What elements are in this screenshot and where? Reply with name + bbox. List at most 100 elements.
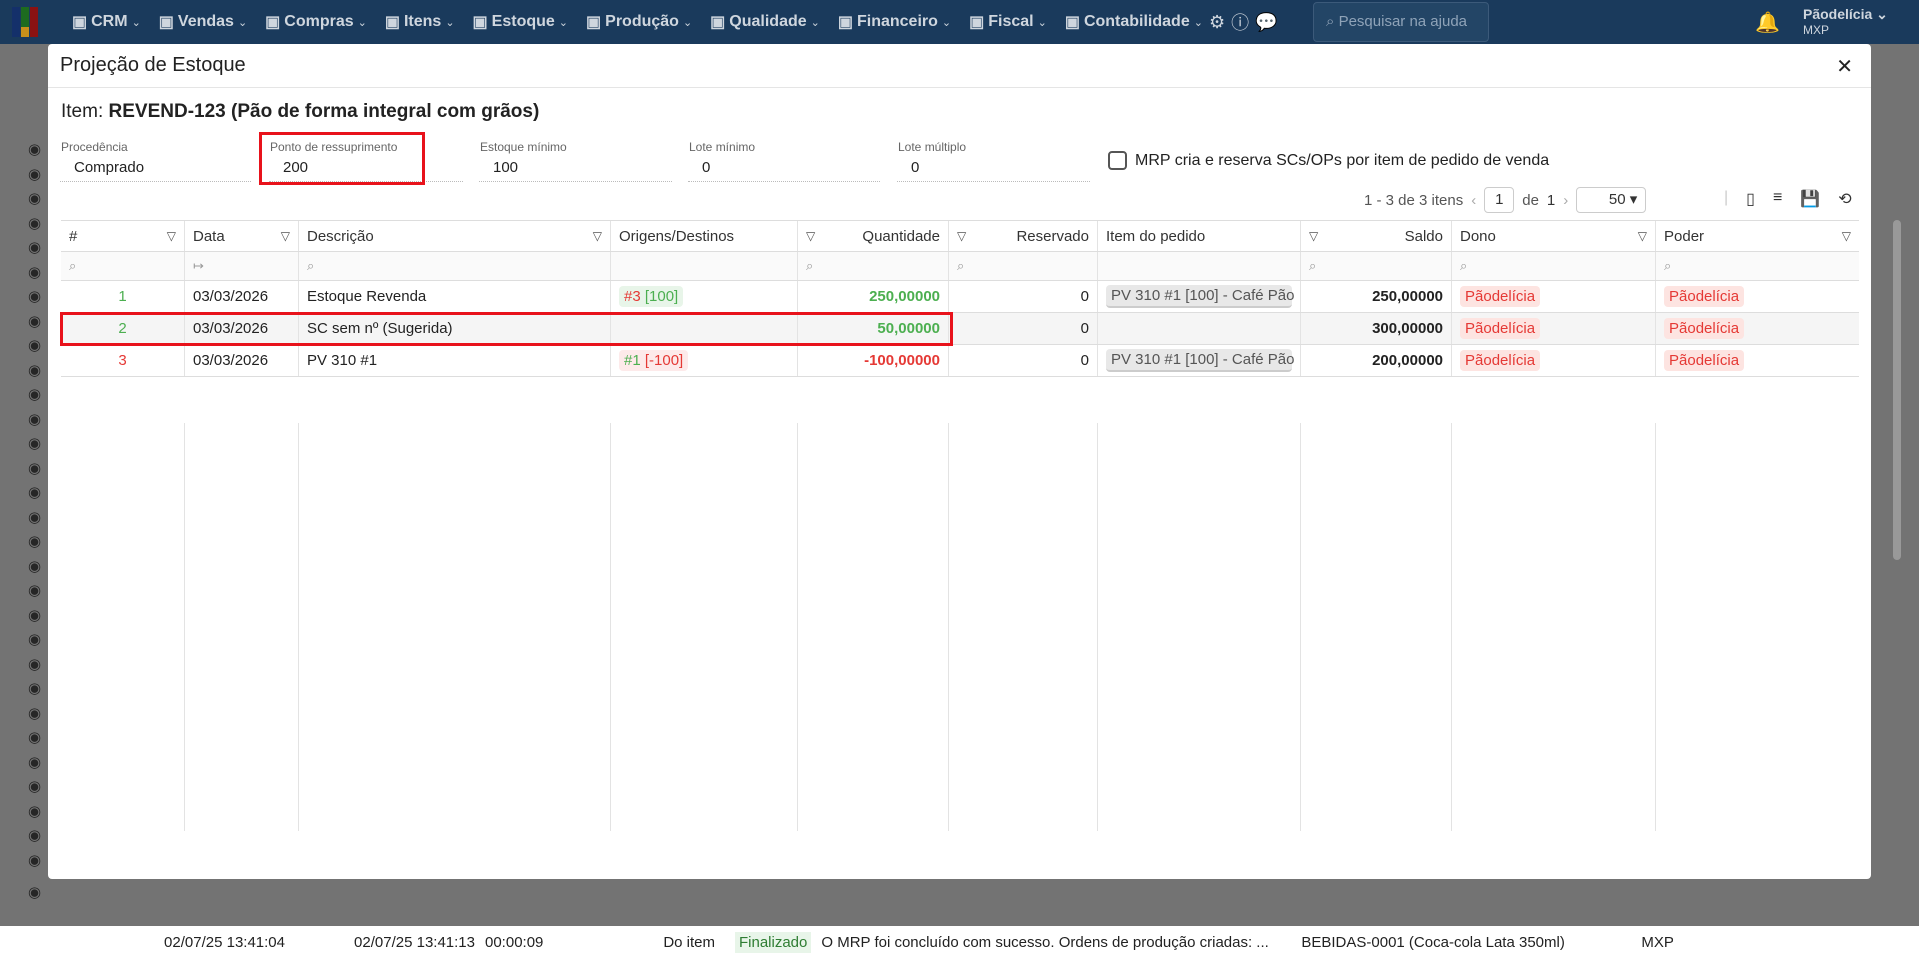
columns-icon[interactable]: ▯ <box>1746 189 1755 209</box>
table-header: # ▽ Data ▽ Descrição ▽ Origens/Destinos ▽ Quanti… <box>61 221 1859 252</box>
empty-column <box>798 423 949 831</box>
min-lot-field[interactable]: Lote mínimo 0 <box>688 140 880 182</box>
highlight-box <box>60 312 953 346</box>
empty-column <box>61 423 185 831</box>
filter-icon[interactable]: ▽ <box>1842 229 1851 243</box>
bell-icon[interactable]: 🔔 <box>1755 10 1780 35</box>
date-range-filter[interactable]: ↦ <box>185 252 299 280</box>
min-stock-field[interactable]: Estoque mínimo 100 <box>479 140 672 182</box>
column-header[interactable]: Item do pedido <box>1098 221 1301 251</box>
empty-column <box>1452 423 1656 831</box>
modal-title: Projeção de Estoque <box>60 54 246 76</box>
chevron-down-icon: ⌄ <box>682 16 693 29</box>
nav-contabilidade[interactable]: ▣ Contabilidade ⌄ <box>1065 12 1203 32</box>
power-tag: Pãodelícia <box>1664 350 1745 371</box>
nav-crm[interactable]: ▣ CRM ⌄ <box>72 12 141 32</box>
search-icon: ⌕ <box>307 258 315 273</box>
range-icon: ↦ <box>193 258 204 273</box>
column-header[interactable]: Data ▽ <box>185 221 299 251</box>
stock-icon: ▣ <box>472 14 488 31</box>
empty-column <box>299 423 611 831</box>
empty-column <box>1098 423 1301 831</box>
search-filter[interactable]: ⌕ <box>1301 252 1452 280</box>
page-size-select[interactable]: 50 ▾ <box>1576 187 1647 213</box>
background-table-row: 02/07/25 13:41:04 02/07/25 13:41:13 00:0… <box>164 931 1674 953</box>
filter-cell[interactable] <box>1098 252 1301 280</box>
item-heading: Item: REVEND-123 (Pão de forma integral … <box>61 101 540 122</box>
procedencia-field[interactable]: Procedência Comprado <box>60 140 251 182</box>
origin-tag[interactable]: #3 [100] <box>619 286 684 307</box>
order-item-cell: PV 310 #1 [100] - Café Pão <box>1098 345 1301 376</box>
chevron-down-icon: ⌄ <box>558 16 569 29</box>
description-cell: Estoque Revenda <box>299 281 611 312</box>
power-tag: Pãodelícia <box>1664 318 1745 339</box>
reset-layout-icon[interactable]: ⟲ <box>1838 189 1851 209</box>
column-header[interactable]: # ▽ <box>61 221 185 251</box>
origin-tag[interactable]: #1 [-100] <box>619 350 689 371</box>
nav-qualidade[interactable]: ▣ Qualidade ⌄ <box>710 12 820 32</box>
search-filter[interactable]: ⌕ <box>798 252 949 280</box>
nav-vendas[interactable]: ▣ Vendas ⌄ <box>159 12 247 32</box>
filter-icon[interactable]: ▽ <box>281 229 290 243</box>
search-filter[interactable]: ⌕ <box>949 252 1098 280</box>
search-icon: ⌕ <box>69 258 77 273</box>
order-item-tag[interactable]: PV 310 #1 [100] - Café Pão <box>1106 349 1294 372</box>
reserved-cell: 0 <box>949 313 1098 344</box>
search-filter[interactable]: ⌕ <box>299 252 611 280</box>
table-body-empty <box>61 423 1859 831</box>
filter-icon[interactable]: ▽ <box>806 229 815 243</box>
column-header[interactable]: ▽ Reservado <box>949 221 1098 251</box>
owner-tag: Pãodelícia <box>1460 286 1541 307</box>
search-filter[interactable]: ⌕ <box>61 252 185 280</box>
filter-icon[interactable]: ▽ <box>957 229 966 243</box>
save-icon[interactable]: 💾 <box>1800 189 1820 209</box>
power-tag: Pãodelícia <box>1664 286 1745 307</box>
multiple-lot-field[interactable]: Lote múltiplo 0 <box>897 140 1090 182</box>
prev-page-icon[interactable]: ‹ <box>1471 192 1476 209</box>
gear-icon[interactable]: ⚙ <box>1209 12 1225 33</box>
top-navbar: ▣ CRM ⌄ ▣ Vendas ⌄ ▣ Compras ⌄ ▣ Itens ⌄ ▣ Estoque ⌄ ▣ P… <box>0 0 1919 44</box>
page-scrollbar[interactable] <box>1893 220 1901 560</box>
row-number: 1 <box>61 281 185 312</box>
help-icon[interactable]: ⓘ <box>1231 9 1249 35</box>
nav-financeiro[interactable]: ▣ Financeiro ⌄ <box>838 12 951 32</box>
nav-itens[interactable]: ▣ Itens ⌄ <box>385 12 455 32</box>
chat-icon[interactable]: 💬 <box>1255 12 1277 33</box>
checkbox-icon[interactable] <box>1108 151 1127 170</box>
filter-lines-icon[interactable]: ≡ <box>1773 189 1782 209</box>
owner-cell: Pãodelícia <box>1452 345 1656 376</box>
order-item-tag[interactable]: PV 310 #1 [100] - Café Pão <box>1106 285 1294 308</box>
filter-cell[interactable] <box>611 252 798 280</box>
chevron-down-icon: ⌄ <box>237 16 248 29</box>
app-logo[interactable] <box>12 7 38 37</box>
chevron-down-icon: ⌄ <box>1037 16 1047 29</box>
owner-tag: Pãodelícia <box>1460 350 1541 371</box>
nav-produção[interactable]: ▣ Produção ⌄ <box>586 12 692 32</box>
user-menu[interactable]: Pãodelícia ⌄ MXP <box>1803 6 1888 38</box>
mrp-checkbox[interactable]: MRP cria e reserva SCs/OPs por item de p… <box>1108 151 1549 170</box>
column-header[interactable]: Poder ▽ <box>1656 221 1859 251</box>
filter-icon[interactable]: ▽ <box>1638 229 1647 243</box>
page-input[interactable]: 1 <box>1484 187 1515 213</box>
filter-icon[interactable]: ▽ <box>593 229 602 243</box>
empty-column <box>1656 423 1859 831</box>
table-row[interactable]: 3 03/03/2026 PV 310 #1 #1 [-100] -100,00… <box>61 345 1859 377</box>
order-item-cell: PV 310 #1 [100] - Café Pão <box>1098 281 1301 312</box>
column-header[interactable]: Dono ▽ <box>1452 221 1656 251</box>
next-page-icon[interactable]: › <box>1563 192 1568 209</box>
nav-compras[interactable]: ▣ Compras ⌄ <box>265 12 367 32</box>
column-header[interactable]: Descrição ▽ <box>299 221 611 251</box>
dollar-icon: ▣ <box>158 14 174 31</box>
help-search-input[interactable]: ⌕ Pesquisar na ajuda <box>1313 2 1489 42</box>
filter-icon[interactable]: ▽ <box>1309 229 1318 243</box>
nav-fiscal[interactable]: ▣ Fiscal ⌄ <box>969 12 1047 32</box>
close-icon[interactable]: ✕ <box>1836 54 1853 79</box>
filter-icon[interactable]: ▽ <box>167 229 176 243</box>
column-header[interactable]: ▽ Quantidade <box>798 221 949 251</box>
nav-estoque[interactable]: ▣ Estoque ⌄ <box>473 12 568 32</box>
table-row[interactable]: 1 03/03/2026 Estoque Revenda #3 [100] 25… <box>61 281 1859 313</box>
column-header[interactable]: Origens/Destinos <box>611 221 798 251</box>
search-filter[interactable]: ⌕ <box>1452 252 1656 280</box>
search-filter[interactable]: ⌕ <box>1656 252 1859 280</box>
column-header[interactable]: ▽ Saldo <box>1301 221 1452 251</box>
